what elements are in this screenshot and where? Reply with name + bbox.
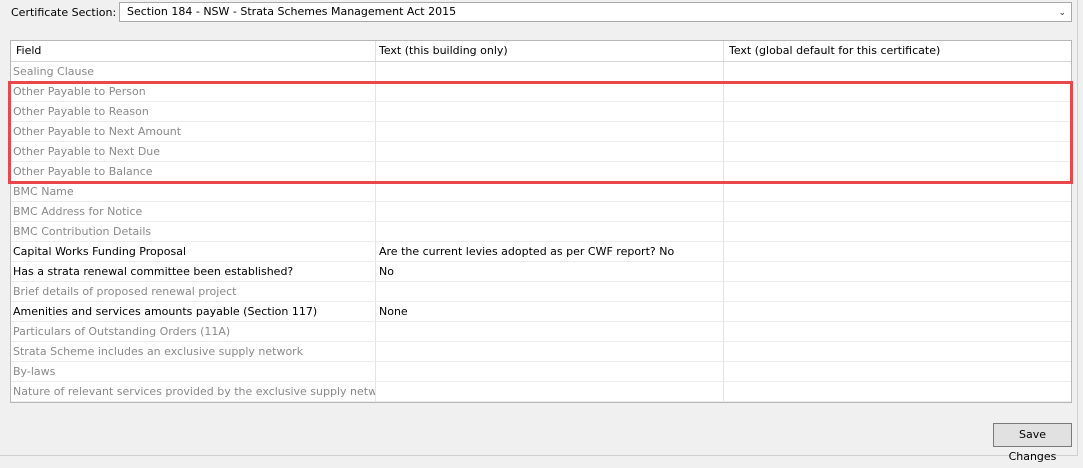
building-text-cell[interactable] xyxy=(376,282,724,301)
chevron-down-icon[interactable]: ⌄ xyxy=(1058,4,1066,22)
global-text-cell[interactable] xyxy=(724,262,1071,281)
building-text-cell[interactable]: Are the current levies adopted as per CW… xyxy=(376,242,724,261)
global-text-cell[interactable] xyxy=(724,222,1071,241)
global-text-cell[interactable] xyxy=(724,162,1071,181)
certificate-section-label: Certificate Section: xyxy=(11,6,117,19)
field-cell: Nature of relevant services provided by … xyxy=(11,382,376,401)
field-cell: Has a strata renewal committee been esta… xyxy=(11,262,376,281)
column-header-building-text[interactable]: Text (this building only) xyxy=(376,41,724,61)
building-text-cell[interactable] xyxy=(376,342,724,361)
table-row[interactable]: Capital Works Funding Proposal Are the cu… xyxy=(11,242,1071,262)
grid-rows: Sealing Clause Other Payable to Person Oth… xyxy=(11,62,1071,402)
field-cell: Strata Scheme includes an exclusive supp… xyxy=(11,342,376,361)
global-text-cell[interactable] xyxy=(724,82,1071,101)
grid-header: Field Text (this building only) Text (gl… xyxy=(11,41,1071,62)
field-cell: BMC Address for Notice xyxy=(11,202,376,221)
table-row[interactable]: Other Payable to Person xyxy=(11,82,1071,102)
fields-grid: Field Text (this building only) Text (gl… xyxy=(10,40,1072,403)
field-cell: Sealing Clause xyxy=(11,62,376,81)
global-text-cell[interactable] xyxy=(724,182,1071,201)
global-text-cell[interactable] xyxy=(724,122,1071,141)
table-row[interactable]: Other Payable to Next Amount xyxy=(11,122,1071,142)
field-cell: Other Payable to Balance xyxy=(11,162,376,181)
table-row[interactable]: Sealing Clause xyxy=(11,62,1071,82)
column-header-global-text[interactable]: Text (global default for this certificat… xyxy=(724,41,1071,61)
certificate-section-select[interactable]: Section 184 - NSW - Strata Schemes Manag… xyxy=(119,2,1072,22)
building-text-cell[interactable] xyxy=(376,382,724,401)
building-text-cell[interactable] xyxy=(376,362,724,381)
table-row[interactable]: Nature of relevant services provided by … xyxy=(11,382,1071,402)
save-changes-button[interactable]: Save Changes xyxy=(993,423,1072,463)
table-row[interactable]: Other Payable to Next Due xyxy=(11,142,1071,162)
building-text-cell[interactable] xyxy=(376,142,724,161)
field-cell: Brief details of proposed renewal projec… xyxy=(11,282,376,301)
table-row[interactable]: Amenities and services amounts payable (… xyxy=(11,302,1071,322)
table-row[interactable]: Brief details of proposed renewal projec… xyxy=(11,282,1071,302)
table-row[interactable]: Particulars of Outstanding Orders (11A) xyxy=(11,322,1071,342)
field-cell: By-laws xyxy=(11,362,376,381)
table-row[interactable]: Has a strata renewal committee been esta… xyxy=(11,262,1071,282)
column-header-field[interactable]: Field xyxy=(11,41,376,61)
field-cell: BMC Name xyxy=(11,182,376,201)
global-text-cell[interactable] xyxy=(724,142,1071,161)
field-cell: Other Payable to Reason xyxy=(11,102,376,121)
table-row[interactable]: BMC Contribution Details xyxy=(11,222,1071,242)
global-text-cell[interactable] xyxy=(724,362,1071,381)
building-text-cell[interactable]: None xyxy=(376,302,724,321)
certificate-section-value: Section 184 - NSW - Strata Schemes Manag… xyxy=(127,5,457,18)
global-text-cell[interactable] xyxy=(724,62,1071,81)
field-cell: Amenities and services amounts payable (… xyxy=(11,302,376,321)
global-text-cell[interactable] xyxy=(724,302,1071,321)
building-text-cell[interactable] xyxy=(376,162,724,181)
building-text-cell[interactable] xyxy=(376,182,724,201)
building-text-cell[interactable] xyxy=(376,102,724,121)
field-cell: Other Payable to Person xyxy=(11,82,376,101)
global-text-cell[interactable] xyxy=(724,322,1071,341)
global-text-cell[interactable] xyxy=(724,242,1071,261)
building-text-cell[interactable] xyxy=(376,122,724,141)
building-text-cell[interactable] xyxy=(376,202,724,221)
table-row[interactable]: Other Payable to Reason xyxy=(11,102,1071,122)
global-text-cell[interactable] xyxy=(724,342,1071,361)
global-text-cell[interactable] xyxy=(724,382,1071,401)
global-text-cell[interactable] xyxy=(724,102,1071,121)
building-text-cell[interactable] xyxy=(376,82,724,101)
table-row[interactable]: BMC Address for Notice xyxy=(11,202,1071,222)
field-cell: Other Payable to Next Amount xyxy=(11,122,376,141)
field-cell: BMC Contribution Details xyxy=(11,222,376,241)
building-text-cell[interactable] xyxy=(376,322,724,341)
global-text-cell[interactable] xyxy=(724,202,1071,221)
table-row[interactable]: By-laws xyxy=(11,362,1071,382)
building-text-cell[interactable]: No xyxy=(376,262,724,281)
table-row[interactable]: BMC Name xyxy=(11,182,1071,202)
field-cell: Capital Works Funding Proposal xyxy=(11,242,376,261)
table-row[interactable]: Strata Scheme includes an exclusive supp… xyxy=(11,342,1071,362)
building-text-cell[interactable] xyxy=(376,62,724,81)
global-text-cell[interactable] xyxy=(724,282,1071,301)
building-text-cell[interactable] xyxy=(376,222,724,241)
table-row[interactable]: Other Payable to Balance xyxy=(11,162,1071,182)
field-cell: Other Payable to Next Due xyxy=(11,142,376,161)
field-cell: Particulars of Outstanding Orders (11A) xyxy=(11,322,376,341)
